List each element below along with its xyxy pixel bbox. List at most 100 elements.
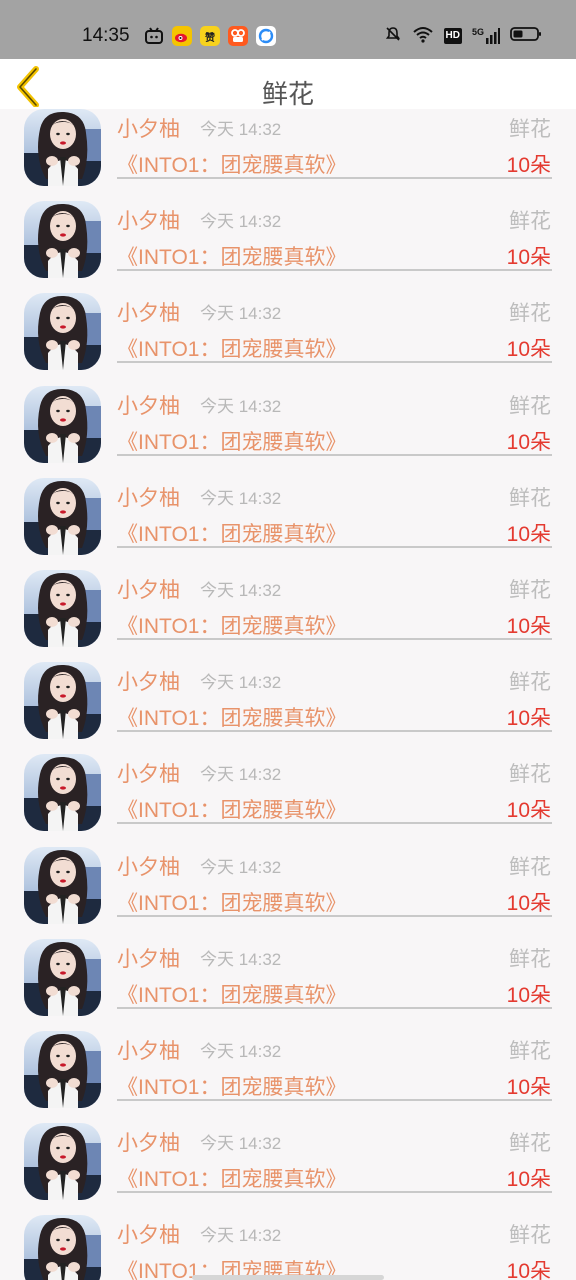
list-item[interactable]: 小夕柚 今天 14:32 鲜花 《INTO1：团宠腰真软》 10朵	[0, 293, 576, 385]
avatar[interactable]	[24, 477, 101, 555]
gift-type-label: 鲜花	[509, 1223, 551, 1248]
gift-count: 10朵	[506, 246, 551, 270]
work-title-link[interactable]: 《INTO1：团宠腰真软》	[117, 1071, 346, 1101]
gift-count: 10朵	[506, 799, 551, 823]
row-divider	[117, 730, 552, 733]
user-name: 小夕柚	[117, 209, 180, 234]
list-item[interactable]: 小夕柚 今天 14:32 鲜花 《INTO1：团宠腰真软》 10朵	[0, 201, 576, 293]
work-title-link[interactable]: 《INTO1：团宠腰真软》	[117, 333, 346, 363]
work-title-link[interactable]: 《INTO1：团宠腰真软》	[117, 1163, 346, 1193]
gift-type-label: 鲜花	[509, 1131, 551, 1156]
timestamp: 今天 14:32	[200, 488, 282, 508]
weibo-icon	[172, 26, 192, 46]
gift-type-label: 鲜花	[509, 485, 551, 510]
gift-type-label: 鲜花	[509, 854, 551, 879]
app-header: 鲜花	[0, 59, 576, 110]
row-divider	[117, 177, 552, 179]
avatar[interactable]	[24, 662, 101, 740]
row-divider	[117, 1099, 552, 1101]
work-title-link[interactable]: 《INTO1：团宠腰真软》	[117, 149, 346, 179]
row-divider	[117, 1006, 552, 1009]
5g-signal-icon: 5G	[472, 27, 500, 44]
row-divider	[117, 269, 552, 272]
list-item[interactable]: 小夕柚 今天 14:32 鲜花 《INTO1：团宠腰真软》 10朵	[0, 754, 576, 846]
list-item[interactable]: 小夕柚 今天 14:32 鲜花 《INTO1：团宠腰真软》 10朵	[0, 662, 576, 754]
user-name: 小夕柚	[117, 393, 180, 418]
gift-count: 10朵	[506, 338, 551, 362]
work-title-link[interactable]: 《INTO1：团宠腰真软》	[117, 610, 346, 640]
avatar[interactable]	[24, 293, 101, 371]
gift-count: 10朵	[506, 615, 551, 638]
battery-icon	[510, 26, 542, 45]
status-bar: 14:35 赞 HD 5G	[0, 0, 576, 59]
avatar[interactable]	[24, 1031, 101, 1108]
gift-type-label: 鲜花	[509, 117, 551, 141]
gift-count: 10朵	[506, 430, 551, 454]
gift-count: 10朵	[506, 154, 551, 177]
home-indicator[interactable]	[192, 1275, 384, 1280]
timestamp: 今天 14:32	[200, 1134, 282, 1154]
list-item[interactable]: 小夕柚 今天 14:32 鲜花 《INTO1：团宠腰真软》 10朵	[0, 938, 576, 1031]
timestamp: 今天 14:32	[200, 765, 282, 785]
list-item[interactable]: 小夕柚 今天 14:32 鲜花 《INTO1：团宠腰真软》 10朵	[0, 477, 576, 570]
row-divider	[117, 914, 552, 917]
row-divider	[117, 453, 552, 456]
flower-record-list[interactable]: 小夕柚 今天 14:32 鲜花 《INTO1：团宠腰真软》 10朵 小夕柚 今天…	[0, 109, 576, 1280]
avatar[interactable]	[24, 938, 101, 1016]
status-time: 14:35	[82, 25, 130, 46]
work-title-link[interactable]: 《INTO1：团宠腰真软》	[117, 887, 346, 917]
row-divider	[117, 545, 552, 548]
work-title-link[interactable]: 《INTO1：团宠腰真软》	[117, 518, 346, 548]
gift-type-label: 鲜花	[509, 762, 551, 787]
gift-type-label: 鲜花	[509, 946, 551, 971]
gift-count: 10朵	[506, 1076, 551, 1099]
list-item[interactable]: 小夕柚 今天 14:32 鲜花 《INTO1：团宠腰真软》 10朵	[0, 846, 576, 939]
work-title-link[interactable]: 《INTO1：团宠腰真软》	[117, 794, 346, 824]
user-name: 小夕柚	[117, 301, 180, 326]
timestamp: 今天 14:32	[200, 1042, 282, 1061]
gift-count: 10朵	[506, 1168, 551, 1192]
timestamp: 今天 14:32	[200, 212, 282, 232]
user-name: 小夕柚	[117, 854, 180, 879]
timestamp: 今天 14:32	[200, 857, 282, 877]
timestamp: 今天 14:32	[200, 304, 282, 324]
avatar[interactable]	[24, 109, 101, 186]
timestamp: 今天 14:32	[200, 949, 282, 969]
user-name: 小夕柚	[117, 1223, 180, 1248]
timestamp: 今天 14:32	[200, 396, 282, 416]
avatar[interactable]	[24, 754, 101, 832]
gift-count: 10朵	[506, 522, 551, 546]
avatar[interactable]	[24, 1215, 101, 1280]
timestamp: 今天 14:32	[200, 581, 282, 600]
avatar[interactable]	[24, 846, 101, 924]
avatar[interactable]	[24, 570, 101, 647]
list-item[interactable]: 小夕柚 今天 14:32 鲜花 《INTO1：团宠腰真软》 10朵	[0, 1123, 576, 1215]
gift-type-label: 鲜花	[509, 209, 551, 234]
mute-icon	[384, 25, 402, 46]
page-title: 鲜花	[261, 80, 314, 110]
work-title-link[interactable]: 《INTO1：团宠腰真软》	[117, 241, 346, 271]
user-name: 小夕柚	[117, 946, 180, 971]
gift-type-label: 鲜花	[509, 393, 551, 418]
gift-count: 10朵	[506, 983, 551, 1007]
user-name: 小夕柚	[117, 578, 180, 602]
work-title-link[interactable]: 《INTO1：团宠腰真软》	[117, 979, 346, 1009]
gift-count: 10朵	[506, 707, 551, 731]
list-item[interactable]: 小夕柚 今天 14:32 鲜花 《INTO1：团宠腰真软》 10朵	[0, 1031, 576, 1123]
gift-type-label: 鲜花	[509, 578, 551, 602]
avatar[interactable]	[24, 1123, 101, 1201]
bilibili-icon	[144, 26, 164, 46]
list-item[interactable]: 小夕柚 今天 14:32 鲜花 《INTO1：团宠腰真软》 10朵	[0, 1215, 576, 1280]
avatar[interactable]	[24, 201, 101, 279]
avatar[interactable]	[24, 385, 101, 463]
list-item[interactable]: 小夕柚 今天 14:32 鲜花 《INTO1：团宠腰真软》 10朵	[0, 109, 576, 201]
gift-count: 10朵	[506, 1260, 551, 1280]
work-title-link[interactable]: 《INTO1：团宠腰真软》	[117, 702, 346, 732]
hd-icon: HD	[443, 27, 462, 44]
list-item[interactable]: 小夕柚 今天 14:32 鲜花 《INTO1：团宠腰真软》 10朵	[0, 385, 576, 478]
user-name: 小夕柚	[117, 485, 180, 510]
work-title-link[interactable]: 《INTO1：团宠腰真软》	[117, 426, 346, 456]
gift-type-label: 鲜花	[509, 1039, 551, 1063]
list-item[interactable]: 小夕柚 今天 14:32 鲜花 《INTO1：团宠腰真软》 10朵	[0, 570, 576, 662]
notification-app-icons: 赞	[144, 26, 276, 46]
